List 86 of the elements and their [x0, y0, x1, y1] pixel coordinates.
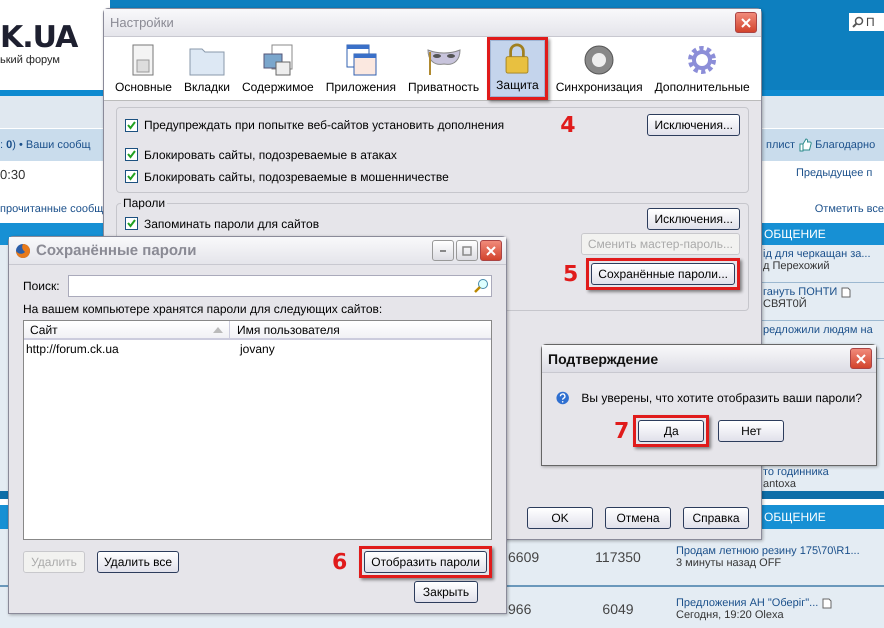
preferences-tab[interactable]: Дополнительные — [650, 39, 755, 98]
table-cell-text: http://forum.ck.ua — [25, 342, 120, 356]
time-text: 0:30 — [0, 167, 26, 182]
folder-icon — [188, 46, 225, 76]
search-icon — [852, 16, 864, 28]
dialog-message: Вы уверены, что хотите отобразить ваши пароли? — [581, 391, 862, 405]
close-dialog-button[interactable]: Закрыть — [414, 581, 478, 603]
window-title: Сохранённые пароли — [36, 242, 198, 259]
previous-link[interactable]: Предыдущее п — [796, 167, 872, 179]
column-header[interactable]: Сайт — [24, 321, 230, 338]
checkbox[interactable] — [125, 217, 138, 230]
preferences-tab[interactable]: Синхронизация — [550, 39, 648, 98]
info-text: На вашем компьютере хранятся пароли для следующих сайтов: — [23, 302, 384, 316]
documents-icon — [262, 44, 294, 76]
preferences-tab[interactable]: Защита — [490, 40, 545, 97]
step-number: 7 — [614, 418, 630, 444]
preferences-tab[interactable]: Вкладки — [178, 39, 235, 98]
answer-button[interactable]: Нет — [718, 420, 784, 442]
close-icon — [486, 246, 496, 256]
minimize-icon — [440, 250, 446, 252]
preferences-tab[interactable]: Основные — [110, 39, 177, 98]
search-field[interactable] — [68, 275, 492, 297]
page-icon — [822, 598, 832, 608]
replies-count: 6609 — [508, 549, 540, 565]
show-passwords-button[interactable]: Отобразить пароли — [364, 551, 487, 573]
sync-icon — [583, 44, 616, 76]
password-button[interactable]: Сохранённые пароли... — [591, 263, 735, 285]
topic-author: д Перехожий — [763, 260, 831, 272]
nav-link[interactable]: Благодарно — [815, 139, 876, 151]
step-number: 5 — [562, 262, 578, 286]
window-title: Подтверждение — [548, 350, 660, 366]
page-icon — [841, 286, 852, 298]
topic-link[interactable]: Продам летнюю резину 175\70\R1... — [676, 545, 860, 557]
nav-link[interactable]: плист — [766, 139, 796, 151]
switch-icon — [132, 44, 154, 76]
checkbox[interactable] — [125, 118, 138, 132]
search-label: Поиск: — [23, 279, 60, 293]
preferences-tab[interactable]: Приложения — [320, 39, 401, 98]
sort-ascending-icon — [213, 326, 223, 332]
checkbox-label: Блокировать сайты, подозреваемые в мошенничестве — [144, 170, 449, 184]
dialog-button[interactable]: Отмена — [605, 507, 671, 529]
topic-link[interactable]: ід для черкащан за... — [763, 248, 871, 260]
browser-logo-icon — [15, 242, 31, 258]
step-number: 6 — [332, 550, 348, 574]
calendar-icon — [344, 44, 377, 76]
topic-link[interactable]: Предложения АН "Оберіг"... — [676, 597, 818, 609]
thumbs-up-icon — [798, 138, 812, 152]
topic-link[interactable]: редложили людям на — [763, 324, 873, 336]
checkbox-label: Предупреждать при попытке веб-сайтов установить дополнения — [144, 118, 504, 132]
preferences-tab[interactable]: Приватность — [402, 39, 484, 98]
table-cell: jovany — [240, 342, 275, 356]
checkbox[interactable] — [125, 170, 138, 183]
topic-link[interactable]: то годинника — [763, 466, 829, 478]
topic-author: СВЯТ0Й — [763, 298, 808, 310]
stats-link[interactable]: : 0) • Ваши сообщ — [0, 139, 91, 151]
maximize-icon — [462, 246, 472, 256]
column-header[interactable]: Имя пользователя — [230, 321, 340, 338]
close-icon — [856, 354, 866, 364]
views-count: 117350 — [594, 549, 642, 565]
last-post-info: 3 минуты назад OFF — [676, 557, 782, 569]
site-logo: K.UA — [0, 22, 79, 54]
topic-author: antoxa — [763, 478, 798, 490]
dialog-button[interactable]: OK — [527, 507, 593, 529]
replies-count: 966 — [508, 601, 532, 617]
delete-button[interactable]: Удалить все — [97, 551, 180, 573]
password-button[interactable]: Исключения... — [647, 208, 740, 230]
step-number: 4 — [560, 112, 576, 138]
search-field[interactable]: П — [849, 13, 884, 31]
exceptions-button[interactable]: Исключения... — [647, 114, 740, 136]
topic-link[interactable]: гануть ПОНТИ — [763, 286, 838, 298]
dialog-button[interactable]: Справка — [683, 507, 749, 529]
unread-link[interactable]: прочитанные сообщ — [0, 203, 104, 215]
mark-all-link[interactable]: Отметить все — [814, 203, 884, 215]
window-title: Настройки — [110, 15, 175, 30]
site-tagline: ький форум — [0, 54, 61, 66]
views-count: 6049 — [601, 601, 635, 617]
close-button[interactable] — [850, 348, 872, 369]
answer-button[interactable]: Да — [638, 420, 704, 442]
last-post-info: Сегодня, 19:20 Olexa — [676, 609, 785, 621]
preferences-tab[interactable]: Содержимое — [236, 39, 319, 98]
checkbox[interactable] — [125, 148, 138, 161]
close-icon — [741, 18, 751, 28]
group-title: Пароли — [121, 196, 168, 210]
checkbox-label: Блокировать сайты, подозреваемые в атаках — [144, 148, 397, 162]
search-icon — [473, 278, 489, 294]
settings-icon — [686, 44, 718, 76]
